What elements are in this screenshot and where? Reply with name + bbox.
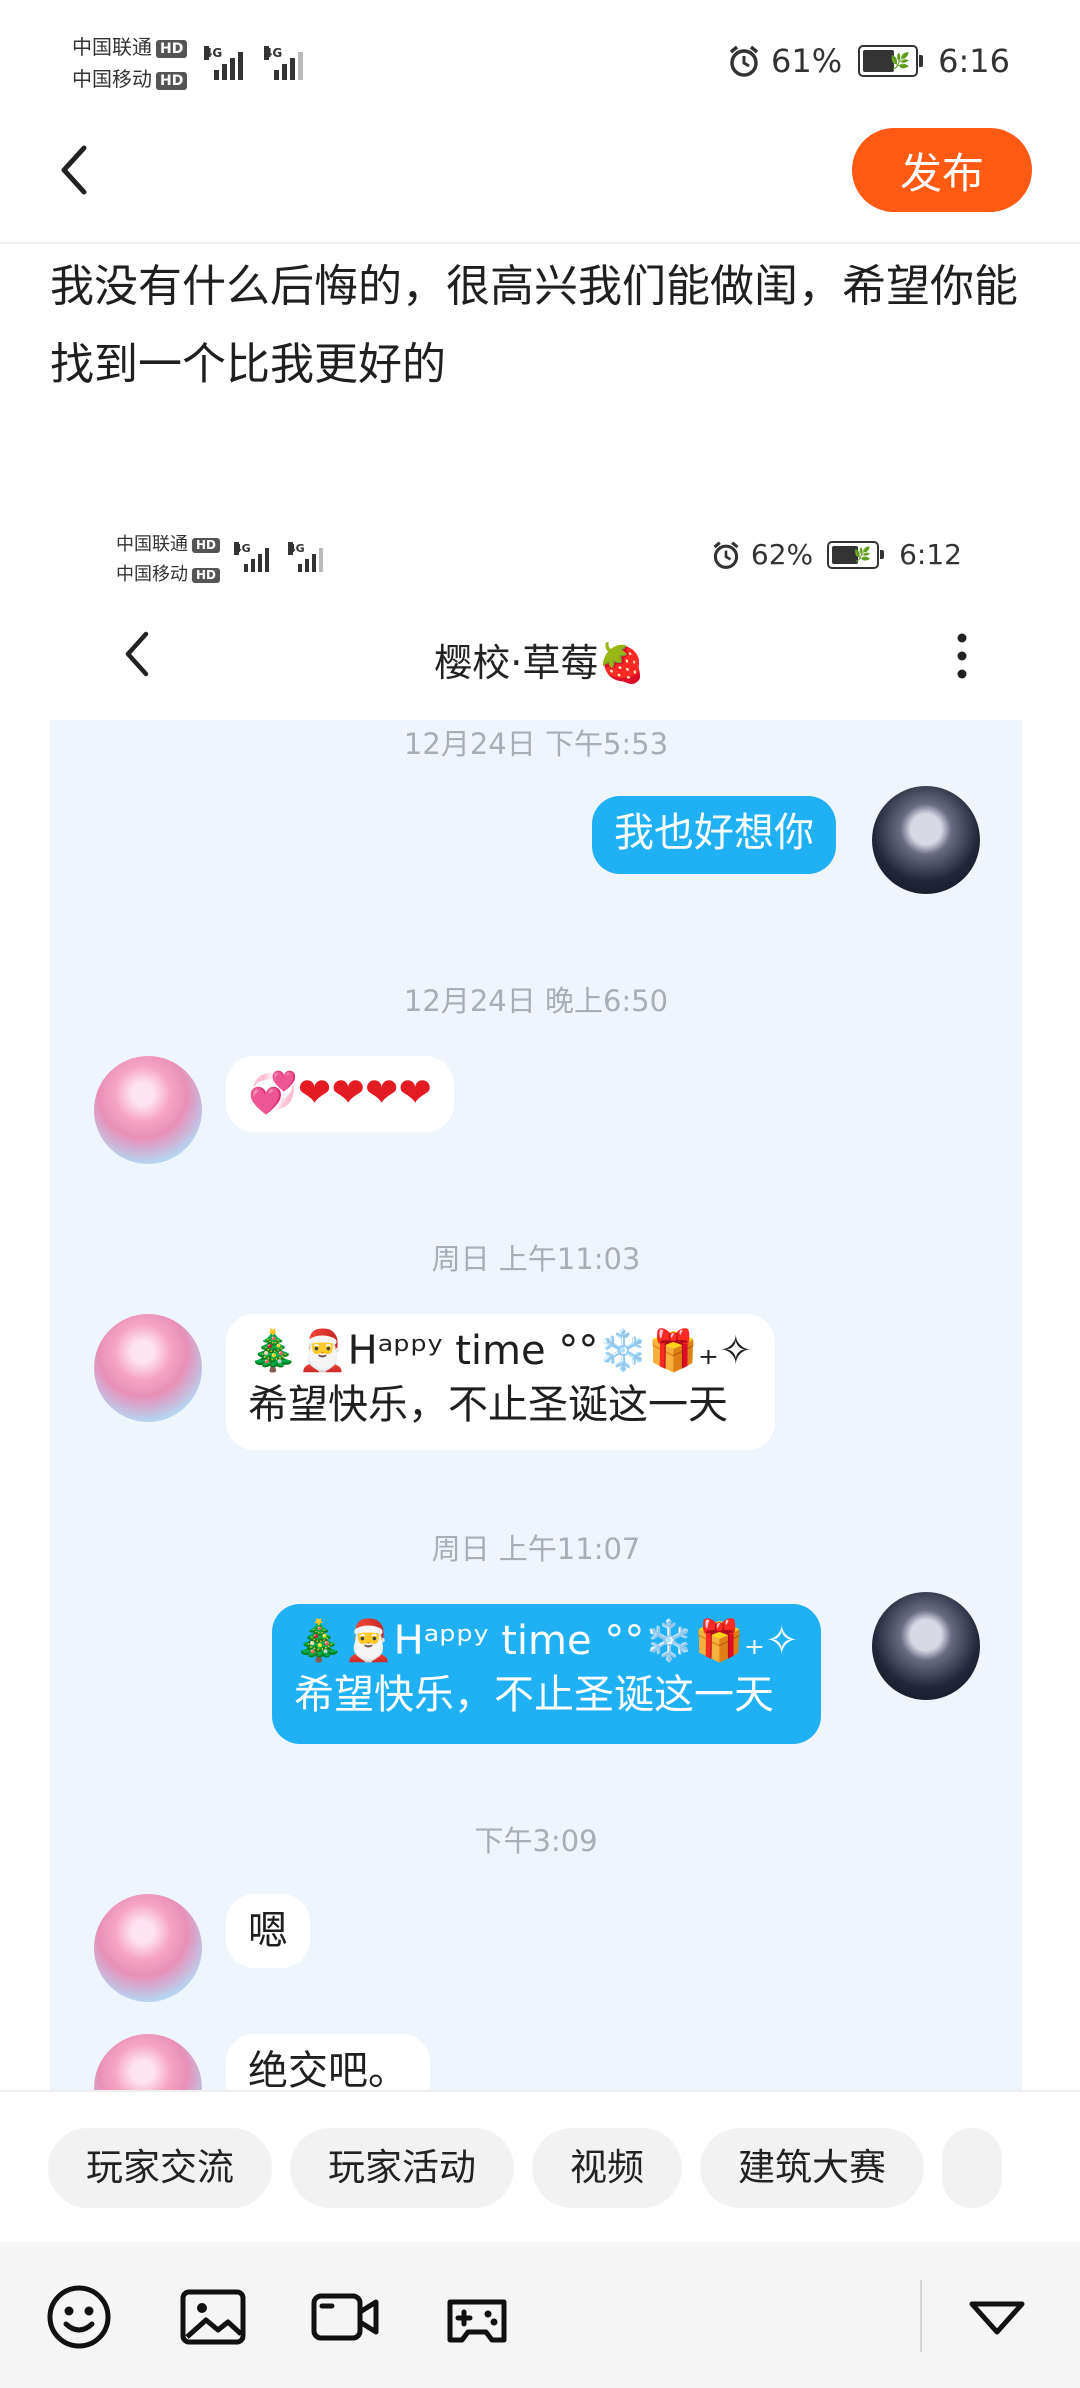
video-icon[interactable]: [310, 2282, 380, 2352]
embedded-clock: 6:12: [899, 538, 962, 571]
message-line: 🎄🎅ᕼᵃᵖᵖʸ time °°❄️🎁₊✧: [248, 1328, 753, 1374]
message-bubble-incoming[interactable]: 💞❤❤❤❤: [226, 1056, 454, 1132]
alarm-icon: [729, 45, 759, 77]
carrier-label-1: 中国联通 HD: [72, 34, 188, 60]
emoji-icon[interactable]: [44, 2282, 114, 2352]
avatar-self[interactable]: [872, 1592, 980, 1700]
avatar-contact[interactable]: [94, 1894, 202, 2002]
message-bubble-incoming[interactable]: 🎄🎅ᕼᵃᵖᵖʸ time °°❄️🎁₊✧ 希望快乐，不止圣诞这一天: [226, 1314, 775, 1450]
topic-chip[interactable]: 玩家交流: [48, 2128, 272, 2208]
embedded-status-right: 62% 🌿 6:12: [711, 538, 962, 571]
embedded-leaf-icon: 🌿: [853, 546, 872, 563]
battery-fill: [863, 50, 894, 72]
message-line: 希望快乐，不止圣诞这一天: [248, 1382, 728, 1428]
topic-chip-bar[interactable]: 玩家交流 玩家活动 视频 建筑大赛: [0, 2090, 1080, 2242]
chat-message-list[interactable]: 12月24日 下午5:53 我也好想你 12月24日 晚上6:50 💞❤❤❤❤ …: [50, 720, 1022, 2090]
message-line: 希望快乐，不止圣诞这一天: [294, 1672, 774, 1718]
publish-button[interactable]: 发布: [852, 128, 1032, 212]
clock: 6:16: [938, 42, 1010, 80]
chat-title: 樱校·草莓🍓: [434, 641, 646, 685]
message-line: 🎄🎅ᕼᵃᵖᵖʸ time °°❄️🎁₊✧: [294, 1618, 799, 1664]
timestamp: 周日 上午11:03: [431, 1242, 641, 1276]
topic-chip[interactable]: 视频: [532, 2128, 682, 2208]
header-divider: [0, 242, 1080, 244]
status-bar: 中国联通 HD 中国移动 HD 4G 4G 61% 🌿 6:16: [0, 0, 1080, 120]
embedded-battery-percent: 62%: [750, 538, 814, 571]
timestamp: 周日 上午11:07: [431, 1532, 641, 1566]
avatar-contact[interactable]: [94, 2034, 202, 2090]
back-button[interactable]: [50, 140, 100, 200]
message-bubble-outgoing[interactable]: 🎄🎅ᕼᵃᵖᵖʸ time °°❄️🎁₊✧ 希望快乐，不止圣诞这一天: [272, 1604, 821, 1744]
chevron-left-icon: [61, 145, 87, 195]
embedded-signal-icon-2: 4G: [288, 542, 323, 572]
battery-icon: 🌿: [858, 45, 924, 77]
embedded-carrier-2: 中国移动 HD: [116, 564, 221, 586]
avatar-contact[interactable]: [94, 1056, 202, 1164]
signal-icon-1: 4G: [204, 46, 243, 80]
carrier-label-2: 中国移动 HD: [72, 66, 188, 92]
timestamp: 下午3:09: [474, 1824, 598, 1858]
timestamp: 12月24日 下午5:53: [403, 727, 669, 761]
bottom-toolbar: [0, 2242, 1080, 2388]
topic-chip-more[interactable]: [942, 2128, 1002, 2208]
collapse-icon[interactable]: [962, 2282, 1032, 2352]
message-bubble-incoming[interactable]: 绝交吧。: [226, 2034, 430, 2090]
embedded-signal-icon-1: 4G: [234, 542, 269, 572]
topic-chip[interactable]: 建筑大赛: [700, 2128, 924, 2208]
toolbar-separator: [920, 2280, 922, 2352]
chat-header: 樱校·草莓🍓: [0, 610, 1080, 700]
image-icon[interactable]: [178, 2282, 248, 2352]
embedded-alarm-icon: [713, 540, 739, 569]
timestamp: 12月24日 晚上6:50: [403, 984, 669, 1018]
leaf-icon: 🌿: [890, 51, 911, 71]
avatar-contact[interactable]: [94, 1314, 202, 1422]
signal-icon-2: 4G: [264, 46, 303, 80]
status-right: 61% 🌿 6:16: [727, 42, 1010, 80]
battery-percent: 61%: [771, 42, 843, 80]
embedded-status-bar: 中国联通 HD 中国移动 HD 4G 4G 62% 🌿 6:12: [0, 520, 1080, 590]
more-vertical-icon: [957, 633, 967, 679]
embedded-carrier-1: 中国联通 HD: [116, 534, 221, 556]
embedded-battery-icon: 🌿: [827, 540, 885, 569]
message-bubble-incoming[interactable]: 嗯: [226, 1894, 310, 1968]
chat-more-button[interactable]: [950, 630, 974, 686]
message-bubble-outgoing[interactable]: 我也好想你: [592, 796, 836, 874]
gamepad-icon[interactable]: [442, 2282, 512, 2352]
topic-chip[interactable]: 玩家活动: [290, 2128, 514, 2208]
post-text[interactable]: 我没有什么后悔的，很高兴我们能做闺，希望你能找到一个比我更好的: [50, 248, 1040, 404]
avatar-self[interactable]: [872, 786, 980, 894]
